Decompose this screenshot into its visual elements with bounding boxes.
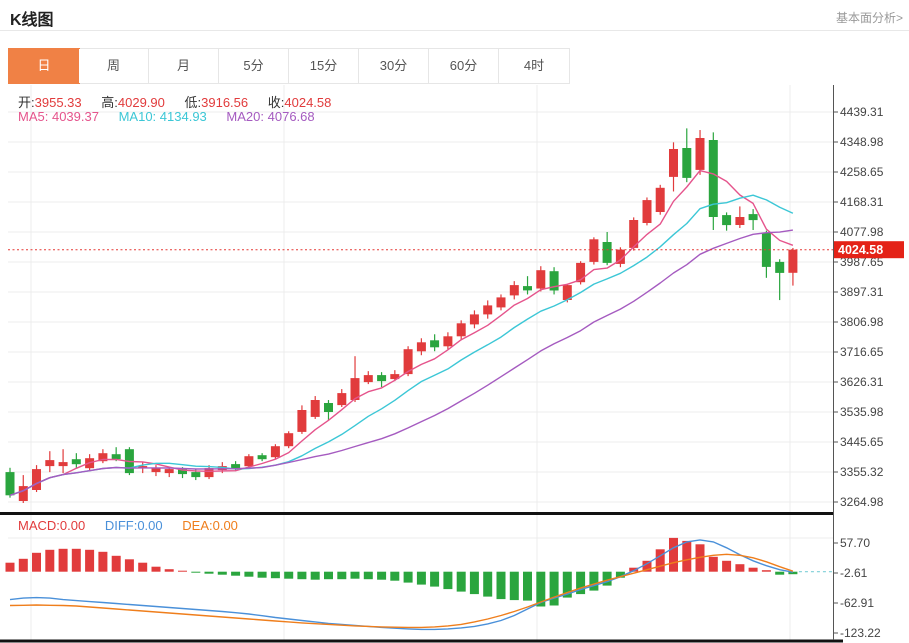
close-label: 收:	[267, 95, 285, 110]
kline-widget: K线图 基本面分析> 日周月 5分 15分 30分 60分 4时 4439.31 4348.…	[0, 0, 909, 643]
macd-row: MACD:0.00 DIFF:0.00 DEA:0.00	[18, 518, 254, 533]
y-axis-labels: 4439.314348.984258.654168.314077.983987.…	[833, 105, 884, 640]
svg-text:3806.98: 3806.98	[840, 315, 884, 329]
svg-text:-2.61: -2.61	[840, 566, 868, 580]
macd-label: MACD:	[18, 518, 60, 533]
ma20-label: MA20:	[226, 109, 264, 124]
ma5-line	[9, 169, 794, 497]
svg-text:3897.31: 3897.31	[840, 285, 884, 299]
close-value: 4024.58	[284, 95, 332, 110]
svg-text:4439.31: 4439.31	[840, 105, 884, 119]
dea-label: DEA:	[182, 518, 213, 533]
svg-text:3535.98: 3535.98	[840, 405, 884, 419]
macd-histogram	[5, 537, 798, 607]
svg-text:4258.65: 4258.65	[840, 165, 884, 179]
diff-label: DIFF:	[104, 518, 138, 533]
low-label: 低:	[184, 95, 202, 110]
svg-text:-123.22: -123.22	[840, 626, 881, 640]
diff-value: 0.00	[137, 518, 163, 533]
dea-value: 0.00	[212, 518, 238, 533]
candlesticks	[5, 128, 798, 503]
ma10-label: MA10:	[118, 109, 157, 124]
low-value: 3916.56	[201, 95, 249, 110]
svg-text:3264.98: 3264.98	[840, 495, 884, 509]
svg-text:4077.98: 4077.98	[840, 225, 884, 239]
svg-text:3355.32: 3355.32	[840, 465, 884, 479]
price-marker: 4024.58	[834, 241, 904, 259]
ma5-value: 4039.37	[51, 109, 99, 124]
svg-text:3716.65: 3716.65	[840, 345, 884, 359]
svg-text:4348.98: 4348.98	[840, 135, 884, 149]
svg-text:57.70: 57.70	[840, 536, 870, 550]
open-value: 3955.33	[34, 95, 82, 110]
svg-text:4024.58: 4024.58	[838, 243, 883, 257]
svg-text:3445.65: 3445.65	[840, 435, 884, 449]
high-label: 高:	[101, 95, 118, 110]
ma10-value: 4134.93	[159, 109, 207, 124]
open-label: 开:	[18, 95, 35, 110]
svg-text:3626.31: 3626.31	[840, 375, 884, 389]
ma5-label: MA5:	[18, 109, 49, 124]
svg-text:-62.91: -62.91	[840, 596, 874, 610]
svg-text:4168.31: 4168.31	[840, 195, 884, 209]
high-value: 4029.90	[117, 95, 165, 110]
macd-value: 0.00	[59, 518, 86, 533]
ma20-value: 4076.68	[267, 109, 315, 124]
ma-row: MA5: 4039.37 MA10: 4134.93 MA20: 4076.68	[18, 109, 331, 124]
